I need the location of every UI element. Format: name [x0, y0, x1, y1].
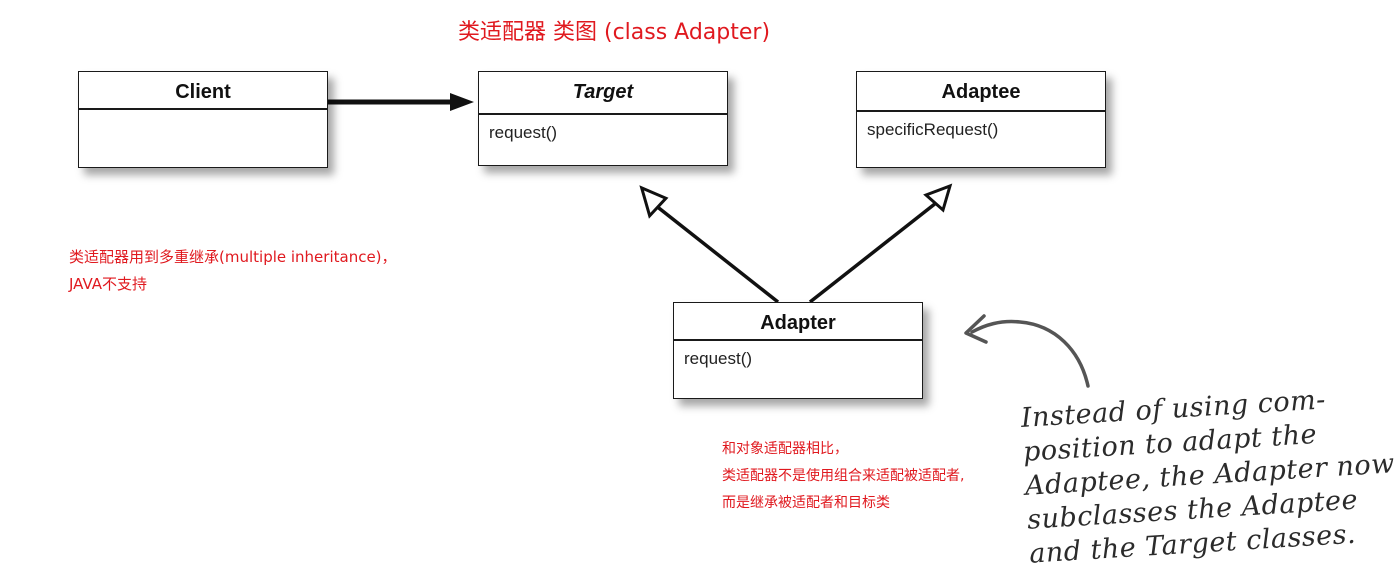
note-line: 类适配器用到多重继承(multiple inheritance)，	[69, 248, 397, 266]
class-client-body	[79, 110, 327, 126]
class-adaptee: Adaptee specificRequest()	[856, 71, 1106, 168]
class-client-name: Client	[79, 72, 327, 110]
class-client: Client	[78, 71, 328, 168]
class-target: Target request()	[478, 71, 728, 166]
class-adapter-body: request()	[674, 341, 922, 377]
inheritance-line-target	[653, 203, 780, 304]
note-multiple-inheritance: 类适配器用到多重继承(multiple inheritance)， JAVA不支…	[69, 244, 397, 298]
handwritten-pointer-arrow	[970, 319, 1090, 388]
note-comparison: 和对象适配器相比， 类适配器不是使用组合来适配被适配者, 而是继承被适配者和目标…	[722, 436, 964, 517]
note-line: 而是继承被适配者和目标类	[722, 495, 890, 511]
class-adapter-name: Adapter	[674, 303, 922, 341]
class-adapter: Adapter request()	[673, 302, 923, 399]
class-target-body: request()	[479, 115, 727, 151]
class-adapter-method: request()	[684, 349, 753, 368]
note-line: JAVA不支持	[69, 275, 148, 293]
class-adaptee-body: specificRequest()	[857, 112, 1105, 148]
inheritance-line-adaptee	[808, 201, 938, 304]
class-adaptee-method: specificRequest()	[867, 120, 999, 139]
class-adaptee-name: Adaptee	[857, 72, 1105, 112]
class-target-name: Target	[479, 72, 727, 115]
note-line: 类适配器不是使用组合来适配被适配者,	[722, 468, 965, 484]
note-line: 和对象适配器相比，	[722, 441, 848, 457]
association-arrowhead	[450, 93, 474, 111]
class-target-method: request()	[489, 123, 558, 142]
handwritten-annotation: Instead of using com- position to adapt …	[1020, 381, 1396, 571]
